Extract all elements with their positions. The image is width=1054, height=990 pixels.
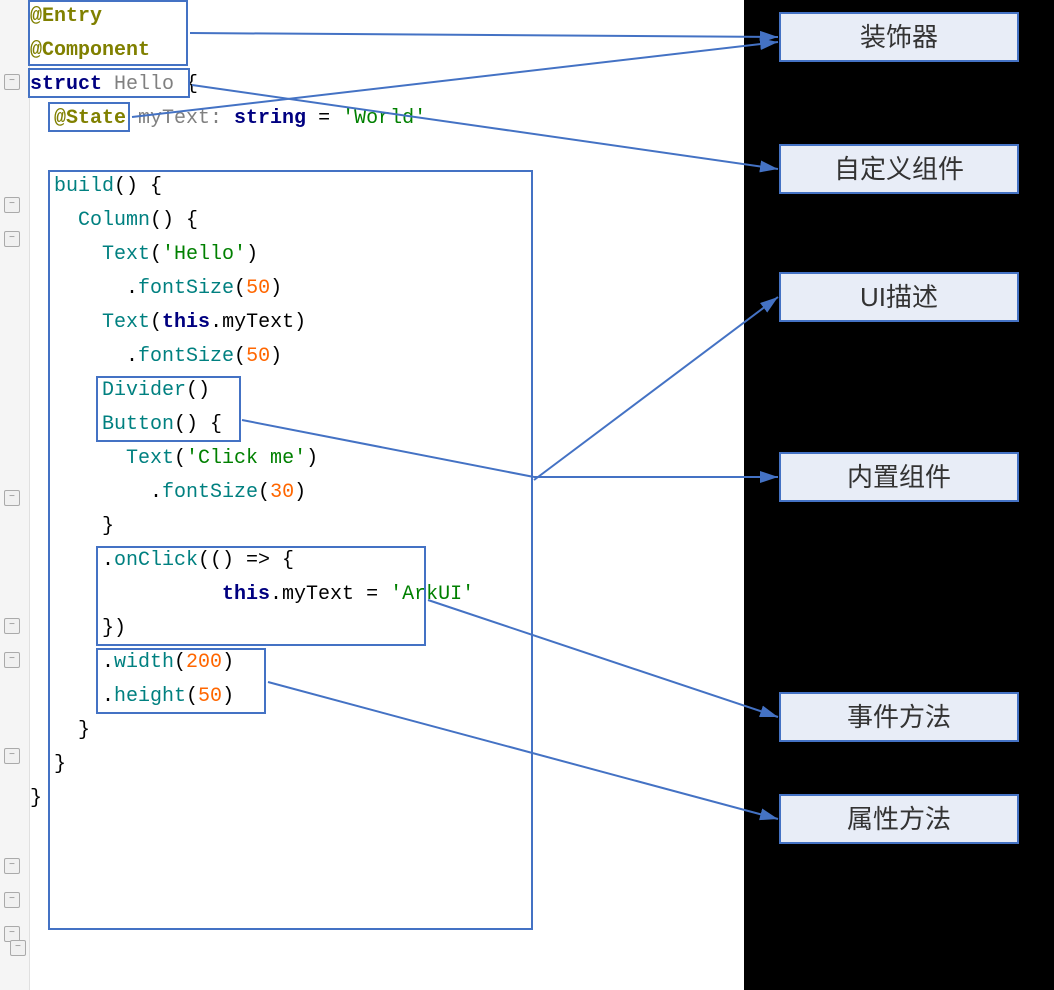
- method-height: height: [114, 685, 186, 708]
- label-decorator: 装饰器: [779, 12, 1019, 62]
- label-custom-component: 自定义组件: [779, 144, 1019, 194]
- decorator-component: @Component: [30, 39, 150, 62]
- code-editor[interactable]: @Entry @Component struct Hello { @State …: [30, 0, 730, 816]
- method-width: width: [114, 651, 174, 674]
- decorator-entry: @Entry: [30, 5, 102, 28]
- fold-icon[interactable]: −: [4, 74, 20, 90]
- label-attribute-method: 属性方法: [779, 794, 1019, 844]
- component-text: Text: [30, 447, 174, 470]
- method-onclick: onClick: [114, 549, 198, 572]
- label-column: 装饰器 自定义组件 UI描述 内置组件 事件方法 属性方法: [744, 0, 1054, 990]
- label-ui-description: UI描述: [779, 272, 1019, 322]
- fold-icon[interactable]: −: [4, 618, 20, 634]
- component-column: Column: [30, 209, 150, 232]
- fold-icon[interactable]: −: [4, 892, 20, 908]
- editor-gutter: − − − − − − − − − − −: [0, 0, 30, 990]
- keyword-struct: struct: [30, 73, 102, 96]
- struct-name: Hello: [102, 73, 186, 96]
- component-text: Text: [30, 243, 150, 266]
- label-event-method: 事件方法: [779, 692, 1019, 742]
- fold-icon[interactable]: −: [4, 490, 20, 506]
- fold-icon[interactable]: −: [10, 940, 26, 956]
- component-button: Button: [30, 413, 174, 436]
- fold-icon[interactable]: −: [4, 197, 20, 213]
- method-build: build: [30, 175, 114, 198]
- fold-icon[interactable]: −: [4, 858, 20, 874]
- component-divider: Divider: [30, 379, 186, 402]
- component-text: Text: [30, 311, 150, 334]
- fold-icon[interactable]: −: [4, 748, 20, 764]
- fold-icon[interactable]: −: [4, 231, 20, 247]
- decorator-state: @State: [30, 107, 126, 130]
- fold-icon[interactable]: −: [4, 652, 20, 668]
- label-builtin-component: 内置组件: [779, 452, 1019, 502]
